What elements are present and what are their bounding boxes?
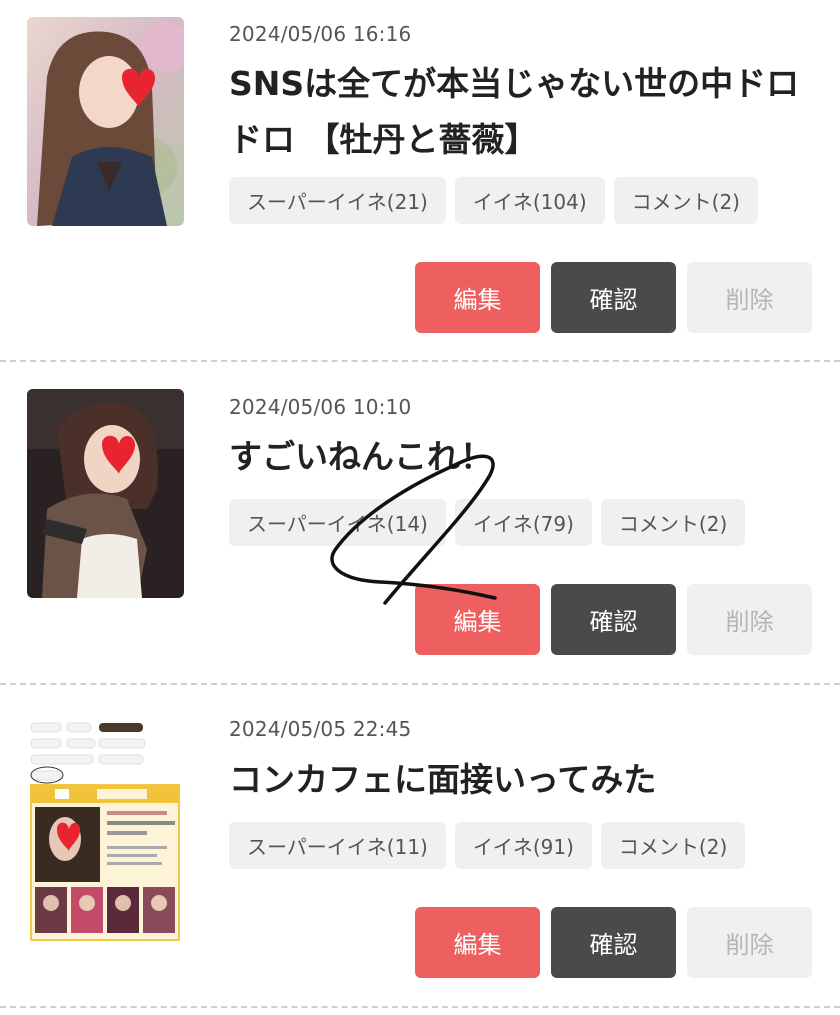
like-count-badge[interactable]: イイネ(104) <box>454 177 605 224</box>
confirm-button[interactable]: 確認 <box>551 262 676 333</box>
edit-button[interactable]: 編集 <box>415 584 540 655</box>
post-actions: 編集 確認 削除 <box>415 907 812 978</box>
post-item: 2024/05/05 22:45 コンカフェに面接いってみた スーパーイイネ(1… <box>0 684 840 1015</box>
post-thumbnail[interactable] <box>27 389 184 598</box>
post-actions: 編集 確認 削除 <box>415 584 812 655</box>
edit-button[interactable]: 編集 <box>415 262 540 333</box>
super-like-count-badge[interactable]: スーパーイイネ(21) <box>229 177 446 224</box>
super-like-count-badge[interactable]: スーパーイイネ(14) <box>229 499 446 546</box>
confirm-button[interactable]: 確認 <box>551 584 676 655</box>
delete-button[interactable]: 削除 <box>687 907 812 978</box>
post-title[interactable]: コンカフェに面接いってみた <box>229 752 814 808</box>
delete-button[interactable]: 削除 <box>687 262 812 333</box>
post-item: 2024/05/06 16:16 SNSは全てが本当じゃない世の中ドロドロ 【牡… <box>0 0 840 361</box>
comment-count-badge[interactable]: コメント(2) <box>613 177 758 224</box>
comment-count-badge[interactable]: コメント(2) <box>600 499 746 546</box>
edit-button[interactable]: 編集 <box>415 907 540 978</box>
post-timestamp: 2024/05/06 10:10 <box>229 395 412 419</box>
post-stats: スーパーイイネ(11) イイネ(91) コメント(2) <box>229 822 746 869</box>
like-count-badge[interactable]: イイネ(91) <box>454 822 592 869</box>
confirm-button[interactable]: 確認 <box>551 907 676 978</box>
like-count-badge[interactable]: イイネ(79) <box>454 499 592 546</box>
post-divider <box>0 1006 840 1008</box>
post-timestamp: 2024/05/05 22:45 <box>229 717 412 741</box>
post-stats: スーパーイイネ(14) イイネ(79) コメント(2) <box>229 499 746 546</box>
post-thumbnail[interactable] <box>27 711 184 941</box>
post-item: 2024/05/06 10:10 すごいねんこれ！ スーパーイイネ(14) イイ… <box>0 361 840 684</box>
post-title[interactable]: すごいねんこれ！ <box>229 429 814 485</box>
post-stats: スーパーイイネ(21) イイネ(104) コメント(2) <box>229 177 758 224</box>
delete-button[interactable]: 削除 <box>687 584 812 655</box>
post-timestamp: 2024/05/06 16:16 <box>229 22 412 46</box>
post-actions: 編集 確認 削除 <box>415 262 812 333</box>
post-thumbnail[interactable] <box>27 17 184 226</box>
post-title[interactable]: SNSは全てが本当じゃない世の中ドロドロ 【牡丹と薔薇】 <box>229 56 814 168</box>
comment-count-badge[interactable]: コメント(2) <box>600 822 746 869</box>
super-like-count-badge[interactable]: スーパーイイネ(11) <box>229 822 446 869</box>
